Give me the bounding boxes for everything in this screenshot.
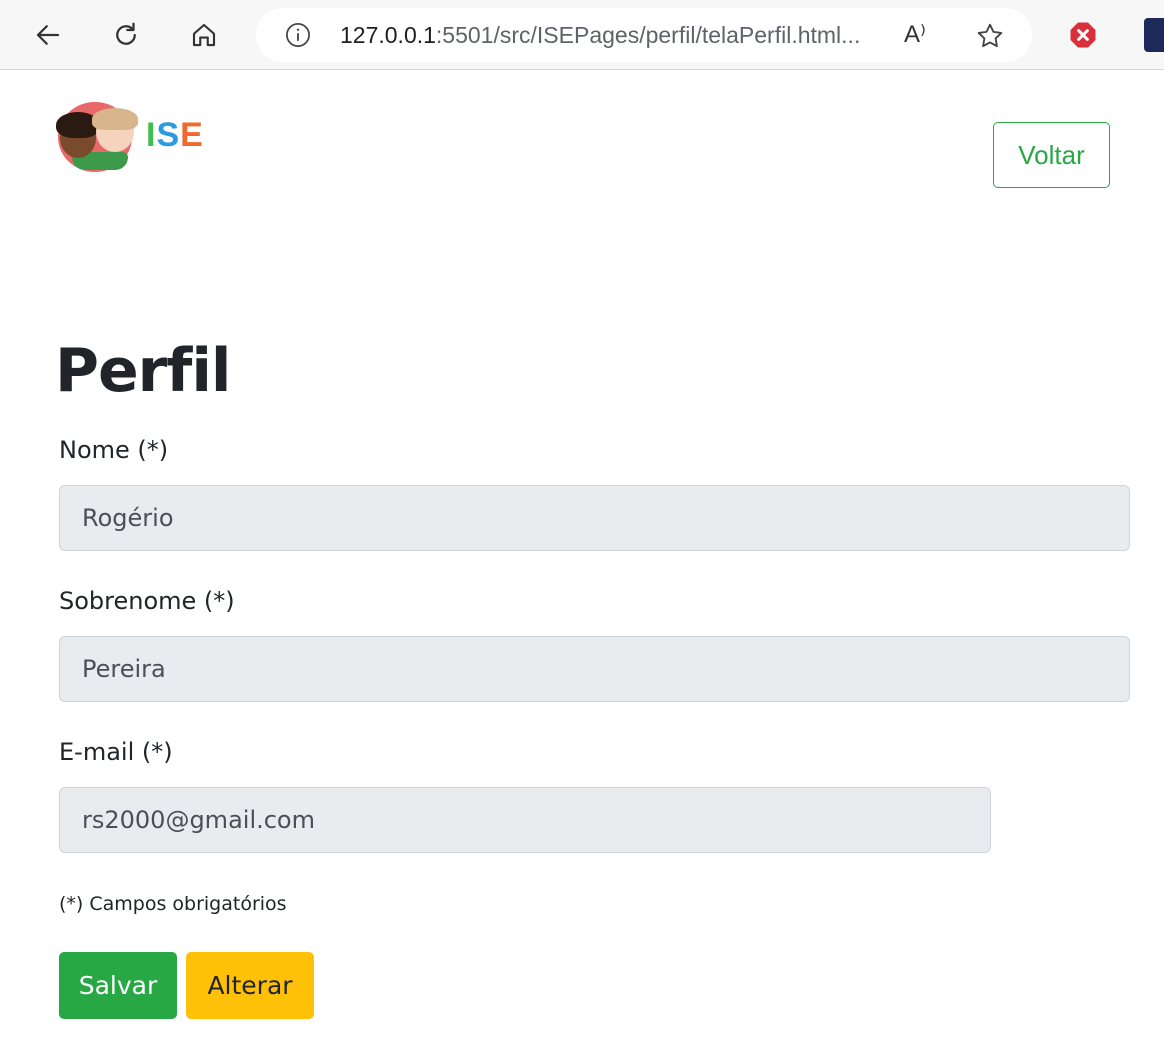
salvar-button[interactable]: Salvar xyxy=(59,952,177,1019)
read-aloud-icon[interactable]: A⁾ xyxy=(904,20,938,50)
extension-icon[interactable] xyxy=(1144,18,1164,52)
url-text[interactable]: 127.0.0.1:5501/src/ISEPages/perfil/telaP… xyxy=(340,8,860,62)
logo-emblem xyxy=(56,102,138,172)
close-icon[interactable] xyxy=(1068,20,1098,50)
sobrenome-input[interactable] xyxy=(59,636,1130,702)
page-title: Perfil xyxy=(55,336,231,406)
sobrenome-label: Sobrenome (*) xyxy=(59,587,235,615)
logo-text: ISE xyxy=(146,116,204,154)
required-fields-note: (*) Campos obrigatórios xyxy=(59,893,287,915)
ise-logo[interactable]: ISE xyxy=(54,100,224,174)
email-label: E-mail (*) xyxy=(59,738,173,766)
nome-label: Nome (*) xyxy=(59,436,169,464)
voltar-button[interactable]: Voltar xyxy=(993,122,1110,188)
address-bar[interactable]: 127.0.0.1:5501/src/ISEPages/perfil/telaP… xyxy=(256,8,1032,62)
reload-button[interactable] xyxy=(104,13,148,57)
reload-icon xyxy=(116,22,136,45)
home-icon xyxy=(192,23,216,47)
url-path: :5501/src/ISEPages/perfil/telaPerfil.htm… xyxy=(435,22,861,48)
browser-toolbar: 127.0.0.1:5501/src/ISEPages/perfil/telaP… xyxy=(0,0,1164,70)
email-input[interactable] xyxy=(59,787,991,853)
alterar-button[interactable]: Alterar xyxy=(186,952,314,1019)
back-button[interactable] xyxy=(26,13,70,57)
star-icon[interactable] xyxy=(974,20,1006,52)
url-host: 127.0.0.1 xyxy=(340,22,436,48)
info-icon[interactable] xyxy=(284,21,312,49)
back-arrow-icon xyxy=(36,25,60,45)
nome-input[interactable] xyxy=(59,485,1130,551)
home-button[interactable] xyxy=(182,13,226,57)
